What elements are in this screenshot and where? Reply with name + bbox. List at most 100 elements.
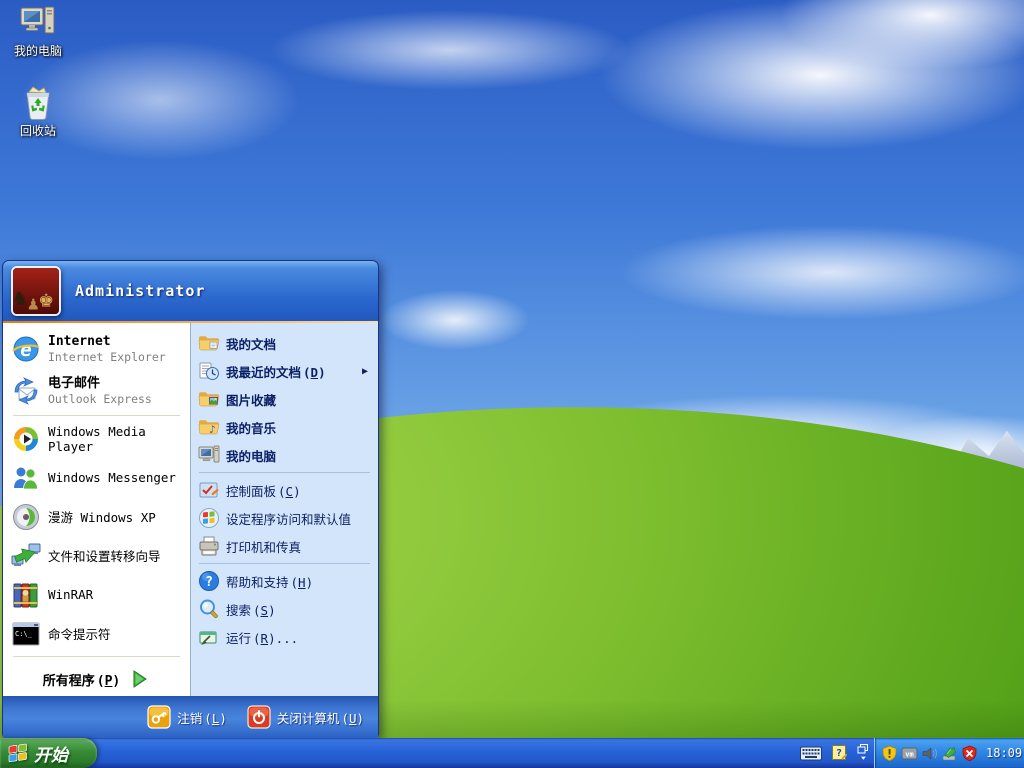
security-warning-shield-icon[interactable] bbox=[881, 745, 898, 762]
start-item-pictures[interactable]: 图片收藏 bbox=[191, 385, 378, 413]
help-icon[interactable]: ? bbox=[832, 744, 847, 762]
my-documents-icon bbox=[198, 332, 220, 354]
outlook-express-icon bbox=[11, 376, 41, 406]
start-menu-header: ♞ ♟ ♚ Administrator bbox=[3, 261, 378, 321]
item-title: Windows Messenger bbox=[48, 470, 176, 485]
green-arrow-icon[interactable] bbox=[941, 745, 958, 762]
help-icon: ? bbox=[198, 570, 220, 592]
start-menu-right-column: 我的文档 我最近的文档 (D) ▶ 图片收藏 ♪ 我的音乐 我的电脑 控制面板 … bbox=[190, 323, 378, 696]
vmware-icon[interactable]: vm bbox=[901, 745, 918, 762]
start-item-command-prompt[interactable]: C:\_ 命令提示符 bbox=[3, 614, 190, 653]
turn-off-computer-button[interactable]: 关闭计算机 (U) bbox=[247, 705, 364, 729]
keyboard-icon[interactable] bbox=[800, 746, 822, 761]
start-item-recent-documents[interactable]: 我最近的文档 (D) ▶ bbox=[191, 357, 378, 385]
transfer-wizard-icon bbox=[11, 541, 41, 571]
program-access-icon bbox=[198, 507, 220, 529]
start-item-printers[interactable]: 打印机和传真 bbox=[191, 532, 378, 560]
item-label: 搜索 (S) bbox=[226, 602, 276, 618]
item-label: 控制面板 (C) bbox=[226, 483, 301, 499]
start-menu: ♞ ♟ ♚ Administrator e Internet Internet … bbox=[2, 260, 379, 738]
start-item-media-player[interactable]: Windows Media Player bbox=[3, 419, 190, 458]
start-item-run[interactable]: 运行 (R)... bbox=[191, 623, 378, 651]
svg-text:♟: ♟ bbox=[28, 293, 39, 314]
messenger-icon bbox=[11, 463, 41, 493]
svg-text:♪: ♪ bbox=[209, 423, 216, 436]
windows-flag-icon bbox=[8, 743, 28, 763]
item-subtitle: Outlook Express bbox=[48, 391, 152, 406]
item-label: 运行 (R)... bbox=[226, 630, 299, 646]
taskbar: 开始 ? vm 18:09 bbox=[0, 738, 1024, 768]
item-label: 我的文档 bbox=[226, 336, 277, 352]
left-separator bbox=[13, 656, 180, 657]
start-item-winrar[interactable]: WinRAR bbox=[3, 575, 190, 614]
my-computer-icon bbox=[19, 4, 57, 40]
printer-icon bbox=[198, 535, 220, 557]
item-title: 电子邮件 bbox=[48, 375, 101, 391]
desktop: 我的电脑 回收站 ♞ ♟ ♚ Administrator e Internet … bbox=[0, 0, 1024, 768]
recent-documents-icon bbox=[198, 360, 220, 382]
clock[interactable]: 18:09 bbox=[986, 746, 1022, 760]
start-item-control-panel[interactable]: 控制面板 (C) bbox=[191, 476, 378, 504]
pictures-icon bbox=[198, 388, 220, 410]
start-item-search[interactable]: 搜索 (S) bbox=[191, 595, 378, 623]
right-separator bbox=[199, 472, 370, 473]
item-title: Windows Media Player bbox=[48, 423, 146, 454]
item-title: 命令提示符 bbox=[48, 627, 111, 642]
control-panel-icon bbox=[198, 479, 220, 501]
start-item-my-documents[interactable]: 我的文档 bbox=[191, 329, 378, 357]
start-item-program-access[interactable]: 设定程序访问和默认值 bbox=[191, 504, 378, 532]
svg-text:e: e bbox=[20, 339, 31, 361]
right-separator bbox=[199, 563, 370, 564]
item-title: 文件和设置转移向导 bbox=[48, 549, 161, 564]
run-icon bbox=[198, 626, 220, 648]
item-title: 漫游 Windows XP bbox=[48, 510, 156, 525]
turn-off-label: 关闭计算机 (U) bbox=[276, 710, 364, 726]
wallpaper-cloud bbox=[380, 290, 530, 350]
start-item-tour-xp[interactable]: 漫游 Windows XP bbox=[3, 497, 190, 536]
start-item-internet[interactable]: e Internet Internet Explorer bbox=[3, 328, 190, 370]
power-icon bbox=[247, 705, 271, 729]
start-item-help[interactable]: ? 帮助和支持 (H) bbox=[191, 567, 378, 595]
svg-text:?: ? bbox=[836, 748, 842, 759]
svg-text:♞: ♞ bbox=[14, 286, 27, 311]
start-item-email[interactable]: 电子邮件 Outlook Express bbox=[3, 370, 190, 412]
music-icon: ♪ bbox=[198, 416, 220, 438]
start-item-messenger[interactable]: Windows Messenger bbox=[3, 458, 190, 497]
item-label: 我的音乐 bbox=[226, 420, 277, 436]
item-label: 我最近的文档 (D) bbox=[226, 364, 326, 380]
restore-icon[interactable] bbox=[857, 743, 869, 763]
volume-icon[interactable] bbox=[921, 745, 938, 762]
item-label: 我的电脑 bbox=[226, 448, 277, 464]
item-label: 设定程序访问和默认值 bbox=[226, 511, 352, 527]
log-off-button[interactable]: 注销 (L) bbox=[147, 705, 227, 729]
chess-avatar: ♞ ♟ ♚ bbox=[11, 266, 61, 316]
svg-text:C:\_: C:\_ bbox=[15, 630, 33, 638]
desktop-icon-label: 回收站 bbox=[19, 124, 56, 138]
security-alert-shield-icon[interactable] bbox=[961, 745, 978, 762]
media-player-icon bbox=[11, 424, 41, 454]
all-programs-button[interactable]: 所有程序 (P) bbox=[3, 662, 190, 696]
cmd-icon: C:\_ bbox=[11, 619, 41, 649]
item-label: 图片收藏 bbox=[226, 392, 277, 408]
svg-text:♚: ♚ bbox=[39, 284, 54, 313]
start-item-music[interactable]: ♪ 我的音乐 bbox=[191, 413, 378, 441]
wallpaper-cloud bbox=[270, 10, 630, 90]
desktop-icon-my-computer[interactable]: 我的电脑 bbox=[2, 4, 74, 59]
item-label: 打印机和传真 bbox=[226, 539, 302, 555]
log-off-label: 注销 (L) bbox=[177, 710, 227, 726]
desktop-icon-recycle-bin[interactable]: 回收站 bbox=[2, 84, 74, 139]
winrar-icon bbox=[11, 580, 41, 610]
svg-text:vm: vm bbox=[905, 750, 913, 758]
system-tray: vm 18:09 bbox=[874, 738, 1024, 768]
language-bar: ? bbox=[800, 738, 869, 768]
ie-icon: e bbox=[11, 334, 41, 364]
desktop-icon-label: 我的电脑 bbox=[13, 44, 62, 58]
submenu-arrow-icon: ▶ bbox=[361, 365, 368, 377]
svg-text:?: ? bbox=[205, 575, 213, 590]
start-item-my-computer[interactable]: 我的电脑 bbox=[191, 441, 378, 469]
item-label: 帮助和支持 (H) bbox=[226, 574, 314, 590]
start-item-transfer-wizard[interactable]: 文件和设置转移向导 bbox=[3, 536, 190, 575]
start-menu-left-column: e Internet Internet Explorer 电子邮件 Outloo… bbox=[3, 323, 190, 696]
user-name: Administrator bbox=[75, 282, 206, 300]
start-button[interactable]: 开始 bbox=[0, 738, 97, 768]
